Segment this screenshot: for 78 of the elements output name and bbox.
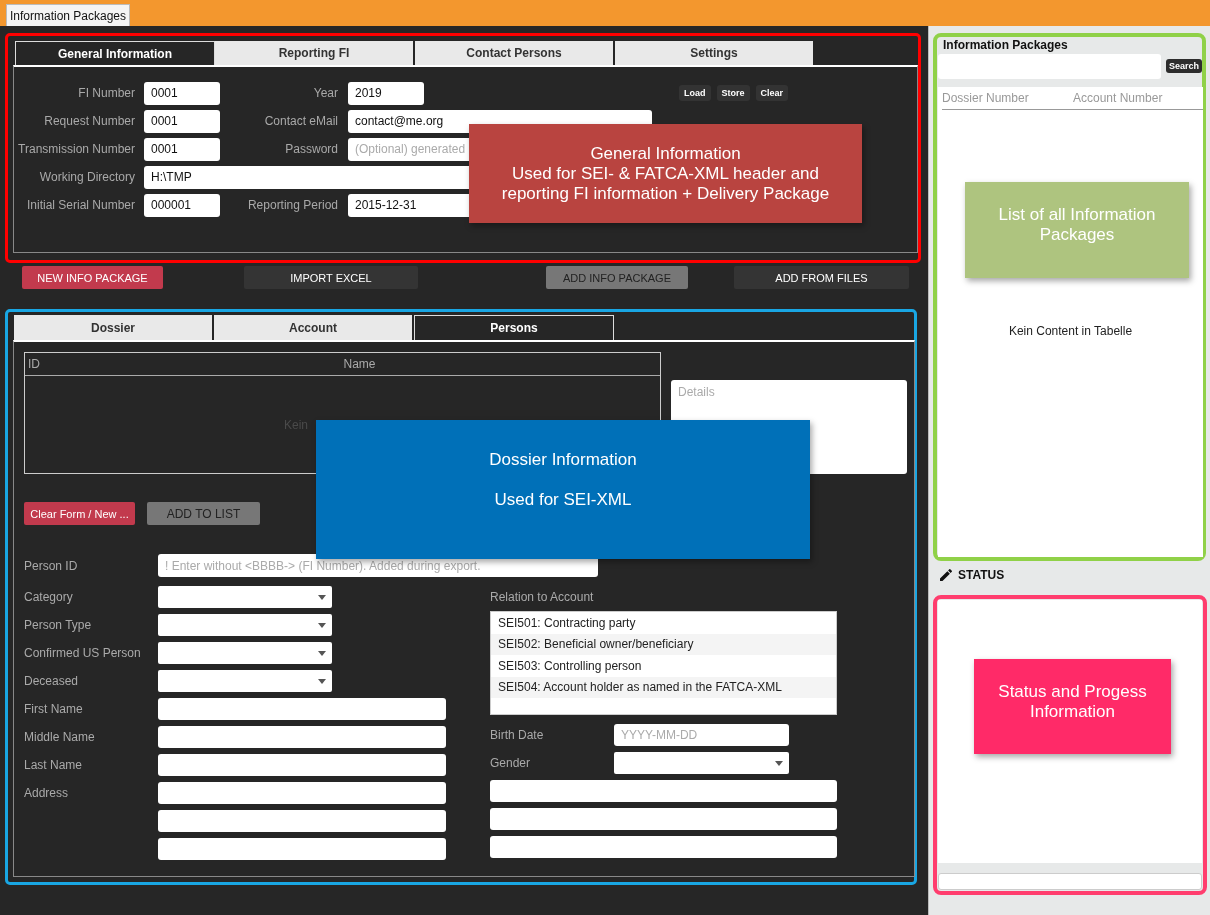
field-label: Confirmed US Person [24, 646, 142, 660]
input-field[interactable]: YYYY-MM-DD [614, 724, 789, 746]
input-field[interactable] [158, 754, 446, 776]
input-field[interactable] [158, 810, 446, 832]
annotation-text: General Information [590, 143, 741, 164]
dropdown[interactable] [158, 614, 332, 636]
action-button[interactable]: IMPORT EXCEL [244, 266, 418, 289]
field-label: Birth Date [490, 728, 545, 742]
field-label: Working Directory [38, 170, 136, 184]
action-button[interactable]: ADD FROM FILES [734, 266, 909, 289]
field-label: Category [24, 590, 74, 604]
tab[interactable]: Settings [615, 41, 815, 65]
list-item[interactable]: SEI503: Controlling person [491, 655, 836, 677]
field-label: Reporting Period [246, 198, 339, 212]
field-label: Password [284, 142, 339, 156]
caret-icon [318, 650, 326, 656]
input-field[interactable]: 0001 [144, 81, 220, 105]
input-field[interactable]: 0001 [144, 137, 220, 161]
mini-button[interactable]: Load [679, 85, 711, 101]
field-label: Person ID [24, 558, 79, 573]
dropdown[interactable] [614, 752, 789, 774]
caret-icon [775, 760, 783, 766]
input-field[interactable] [158, 838, 446, 860]
field-label: Address [24, 786, 70, 800]
field-label: FI Number [77, 86, 136, 100]
tab[interactable]: Persons [414, 315, 614, 340]
annotation-text: List of all Information Packages [997, 205, 1157, 245]
column-header[interactable]: ID [25, 357, 59, 371]
tab[interactable]: General Information [15, 41, 215, 65]
dropdown[interactable] [158, 642, 332, 664]
field-label: Person Type [24, 618, 93, 632]
search-button[interactable]: Search [1165, 59, 1202, 73]
caret-icon [318, 622, 326, 628]
column-header[interactable]: Name [59, 357, 660, 371]
annotation-text: Dossier Information [489, 449, 637, 470]
panel-title: Information Packages [942, 37, 1069, 53]
field-label: Last Name [24, 758, 84, 772]
field-label: Middle Name [24, 730, 96, 744]
tab[interactable]: Contact Persons [415, 41, 615, 65]
input-field[interactable]: 2019 [348, 81, 424, 105]
field-label: Request Number [43, 114, 136, 128]
search-field[interactable] [938, 53, 1161, 79]
annotation-text: Status and Progess Information [997, 681, 1148, 722]
mini-button[interactable]: Store [716, 85, 750, 101]
dropdown[interactable] [158, 586, 332, 608]
field-label: Year [312, 86, 339, 100]
list-item[interactable]: SEI501: Contracting party [491, 612, 836, 634]
input-field[interactable]: 0001 [144, 109, 220, 133]
field-label: Contact eMail [263, 114, 339, 128]
caret-icon [318, 678, 326, 684]
input-field[interactable]: 000001 [144, 193, 220, 217]
caret-icon [318, 594, 326, 600]
annotation-text: Used for SEI-XML [494, 489, 632, 510]
input-field[interactable] [158, 698, 446, 720]
section-title: STATUS [958, 568, 1005, 582]
input-field[interactable] [158, 782, 446, 804]
action-button[interactable]: NEW INFO PACKAGE [22, 266, 163, 289]
field-label: Relation to Account [490, 590, 595, 604]
field-label: Deceased [24, 674, 80, 688]
input-field[interactable] [490, 780, 837, 802]
tab[interactable]: Reporting FI [215, 41, 415, 65]
pencil-icon [938, 567, 954, 583]
dropdown[interactable] [158, 670, 332, 692]
field-label: Initial Serial Number [25, 198, 136, 212]
field-label: Gender [490, 756, 532, 770]
empty-table-text: Kein Content in Tabelle [1008, 324, 1133, 338]
input-field[interactable] [158, 726, 446, 748]
tab[interactable]: Account [214, 315, 414, 340]
input-field[interactable] [490, 808, 837, 830]
action-button[interactable]: Clear Form / New ... [24, 502, 135, 525]
mini-button[interactable]: Clear [755, 85, 789, 101]
field-label: Transmission Number [17, 142, 136, 156]
list-item[interactable]: SEI502: Beneficial owner/beneficiary [491, 633, 836, 655]
list-item[interactable]: SEI504: Account holder as named in the FATCA-XML [491, 676, 836, 698]
app-tab[interactable]: Information Packages [6, 4, 130, 26]
input-field[interactable] [490, 836, 837, 858]
field-label: First Name [24, 702, 84, 716]
tab[interactable]: Dossier [14, 315, 214, 340]
